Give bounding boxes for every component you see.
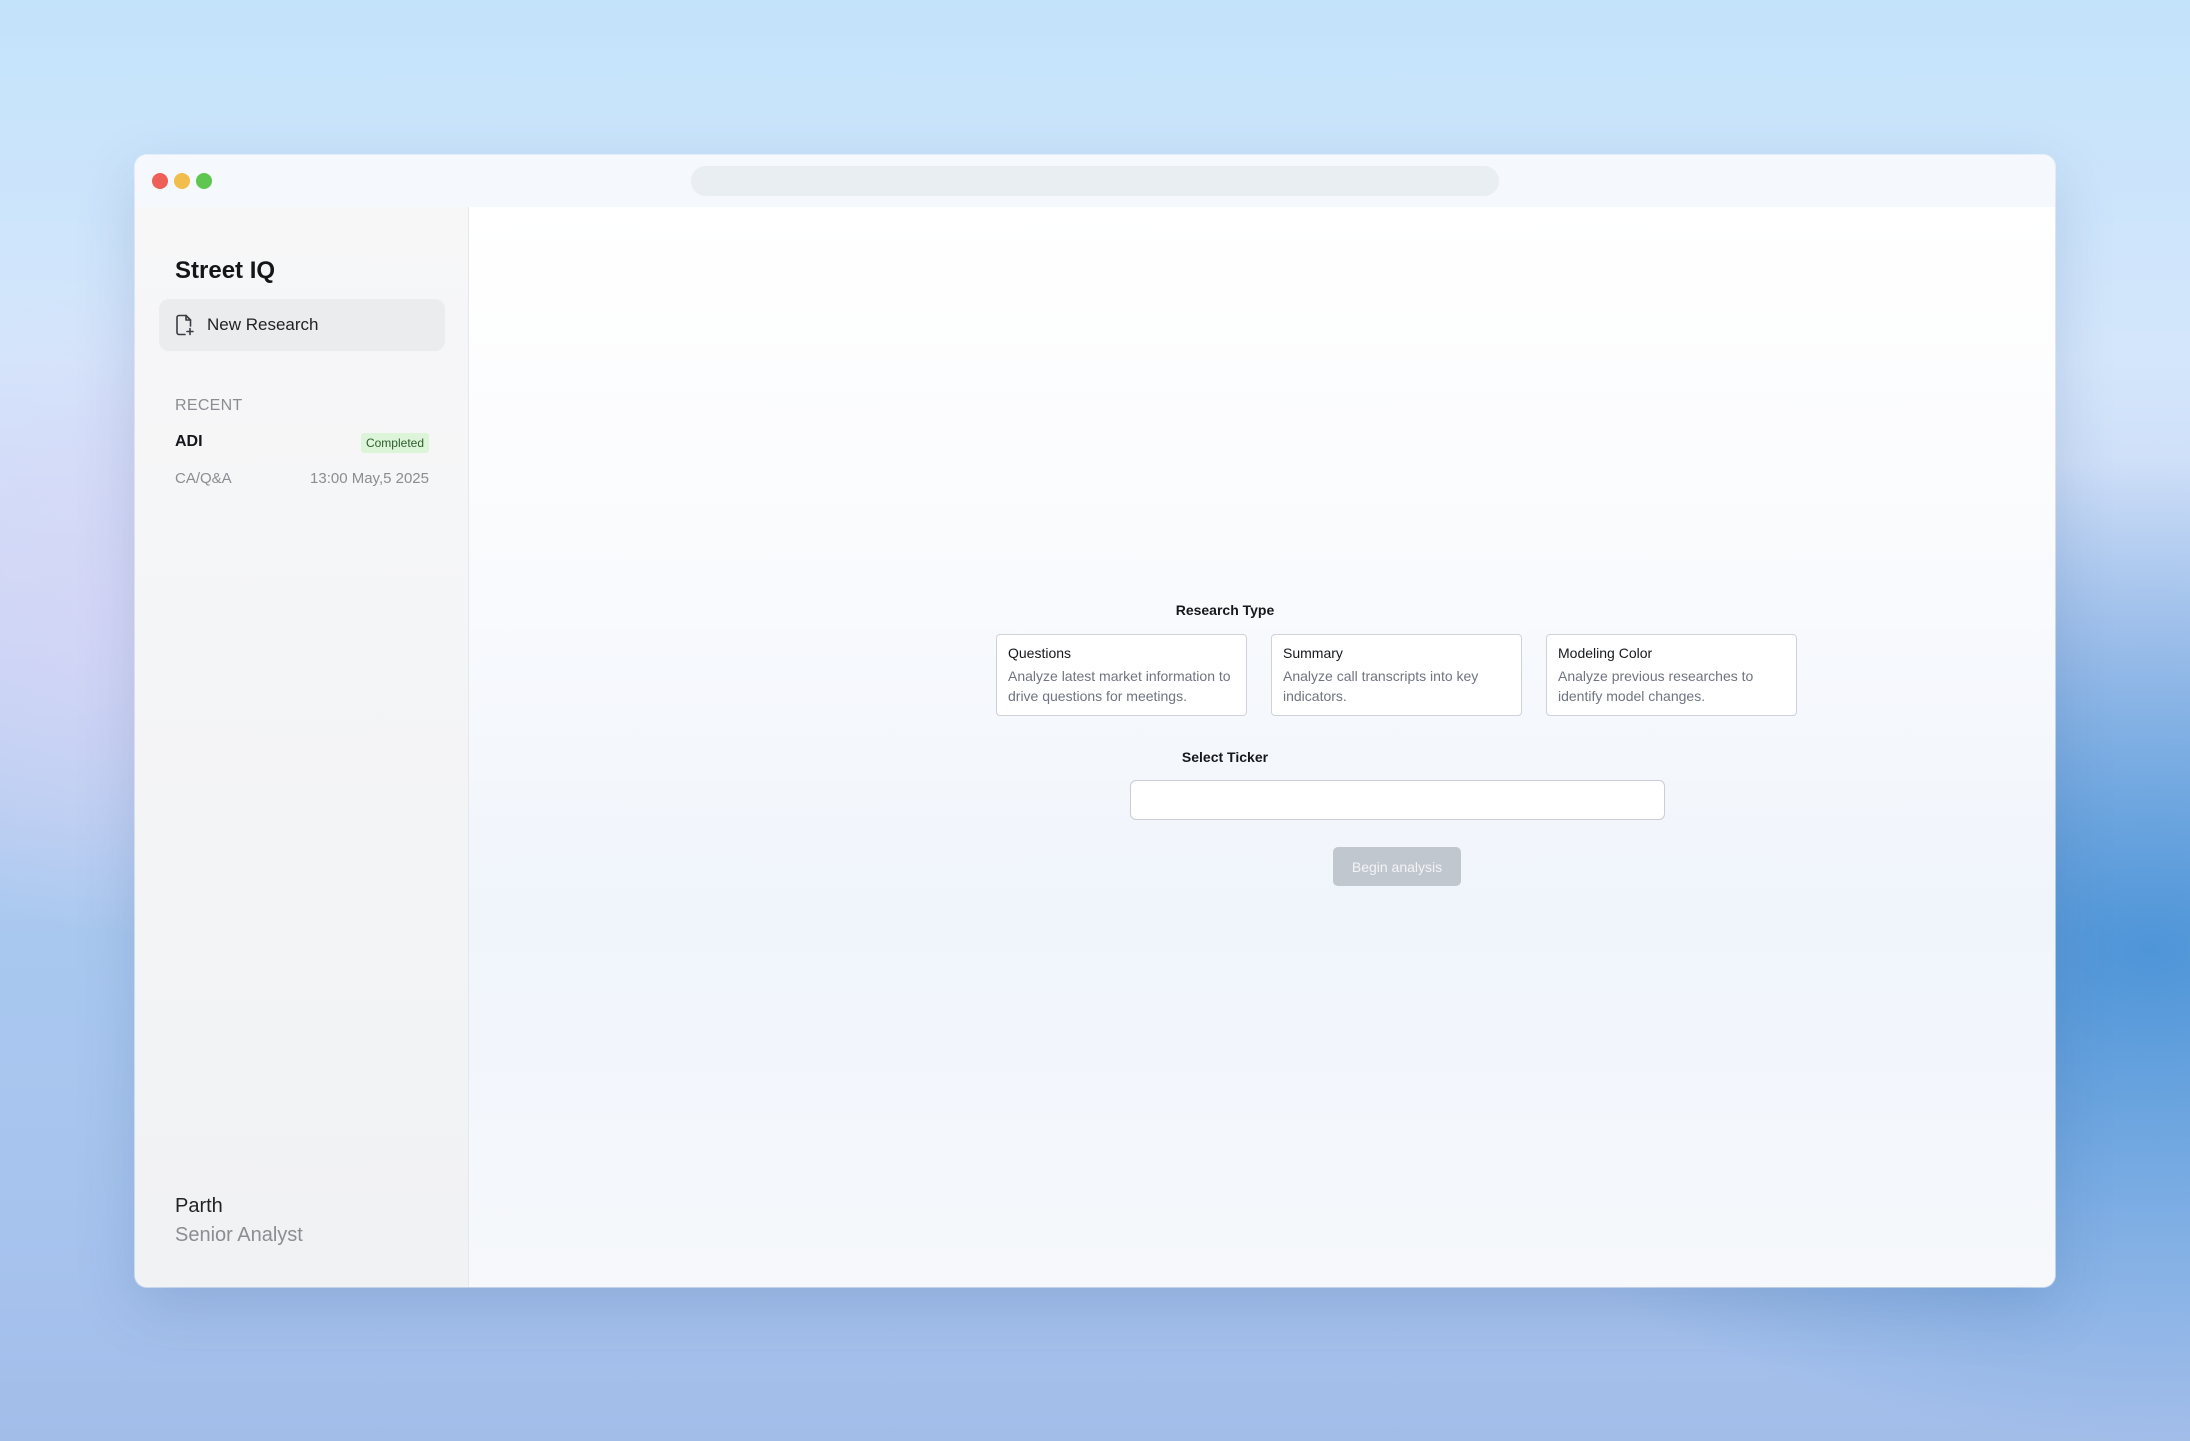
card-title: Modeling Color — [1558, 645, 1653, 661]
card-description: Analyze call transcripts into key indica… — [1283, 668, 1479, 704]
sidebar: Street IQ New Research RECENT ADI Comple… — [135, 207, 469, 1287]
app-window: Street IQ New Research RECENT ADI Comple… — [135, 155, 2055, 1287]
new-research-button[interactable]: New Research — [159, 299, 445, 351]
status-badge: Completed — [360, 433, 429, 453]
begin-analysis-button[interactable]: Begin analysis — [1333, 847, 1461, 886]
title-bar — [135, 155, 2055, 207]
maximize-window-button[interactable] — [196, 173, 212, 189]
recent-item[interactable]: ADI Completed CA/Q&A 13:00 May,5 2025 — [175, 425, 429, 505]
ticker-input[interactable] — [1130, 780, 1665, 820]
user-name: Parth — [175, 1195, 223, 1217]
user-role: Senior Analyst — [175, 1224, 303, 1246]
research-type-card-summary[interactable]: Summary Analyze call transcripts into ke… — [1271, 634, 1522, 716]
new-research-label: New Research — [207, 315, 319, 334]
research-type-card-questions[interactable]: Questions Analyze latest market informat… — [996, 634, 1247, 716]
app-brand: Street IQ — [175, 257, 276, 284]
address-bar[interactable] — [691, 166, 1499, 196]
research-type-card-modeling-color[interactable]: Modeling Color Analyze previous research… — [1546, 634, 1797, 716]
file-plus-icon — [175, 314, 195, 336]
main-panel: Research Type Questions Analyze latest m… — [469, 207, 2055, 1287]
card-title: Questions — [1008, 645, 1072, 661]
minimize-window-button[interactable] — [174, 173, 190, 189]
recent-item-timestamp: 13:00 May,5 2025 — [310, 470, 429, 487]
card-description: Analyze previous researches to identify … — [1558, 668, 1754, 704]
recent-section-label: RECENT — [175, 397, 243, 414]
card-title: Summary — [1283, 645, 1343, 661]
select-ticker-title: Select Ticker — [1181, 749, 1269, 765]
close-window-button[interactable] — [152, 173, 168, 189]
recent-item-ticker: ADI — [175, 433, 203, 450]
research-type-title: Research Type — [1175, 602, 1275, 618]
card-description: Analyze latest market information to dri… — [1008, 668, 1231, 704]
recent-item-type: CA/Q&A — [175, 470, 232, 487]
